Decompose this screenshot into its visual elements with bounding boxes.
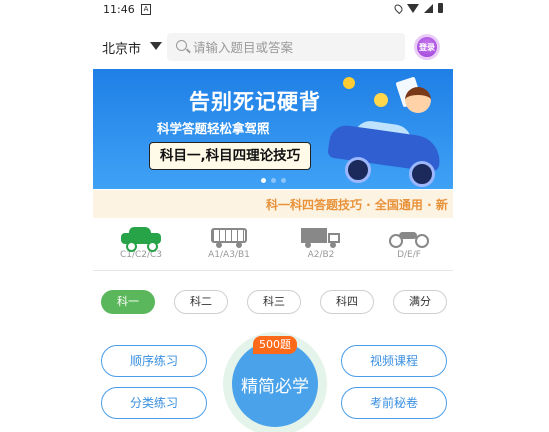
essential-study-button[interactable]: 精简必学 500题 <box>223 332 327 432</box>
license-type-label: A1/A3/B1 <box>208 250 250 260</box>
tab-subject-1[interactable]: 科一 <box>101 290 155 314</box>
top-header: 北京市 登录 <box>93 32 453 62</box>
motorcycle-icon <box>389 226 429 248</box>
status-bar: 11:46 A <box>93 0 453 20</box>
signal-icon <box>424 3 433 13</box>
license-type-label: A2/B2 <box>307 250 335 260</box>
car-illustration <box>327 117 447 187</box>
exam-secrets-button[interactable]: 考前秘卷 <box>341 387 447 419</box>
coin-icon <box>343 77 355 89</box>
login-button[interactable]: 登录 <box>411 33 443 61</box>
license-type-car[interactable]: C1/C2/C3 <box>101 226 181 260</box>
car-icon <box>121 226 161 252</box>
sequential-practice-button[interactable]: 顺序练习 <box>101 345 207 377</box>
status-time: 11:46 <box>103 3 135 16</box>
pagination-dot[interactable] <box>271 178 276 183</box>
license-type-label: C1/C2/C3 <box>119 250 163 260</box>
location-icon <box>392 2 405 14</box>
license-type-motorcycle[interactable]: D/E/F <box>369 226 449 260</box>
search-icon <box>176 40 187 51</box>
wifi-icon <box>407 3 419 13</box>
login-badge[interactable]: 登录 <box>414 34 440 60</box>
truck-icon <box>301 226 341 248</box>
subject-tabs: 科一 科二 科三 科四 满分 <box>101 290 451 316</box>
city-selector[interactable]: 北京市 <box>102 38 141 57</box>
license-type-selector: C1/C2/C3 A1/A3/B1 A2/B2 D/E/F <box>93 226 453 271</box>
license-type-label: D/E/F <box>397 250 421 260</box>
tab-full-score[interactable]: 满分 <box>393 290 447 314</box>
tab-subject-3[interactable]: 科三 <box>247 290 301 314</box>
marquee-text: 科一科四答题技巧 · 全国通用 · 新 <box>266 198 448 212</box>
category-practice-button[interactable]: 分类练习 <box>101 387 207 419</box>
chevron-down-icon[interactable] <box>150 42 162 50</box>
tab-subject-4[interactable]: 科四 <box>320 290 374 314</box>
video-course-button[interactable]: 视频课程 <box>341 345 447 377</box>
promo-banner[interactable]: 告别死记硬背 科学答题轻松拿驾照 科目一,科目四理论技巧 <box>93 69 453 189</box>
bus-icon <box>211 226 247 248</box>
notification-icon: A <box>141 4 151 15</box>
battery-icon <box>438 3 443 13</box>
driver-illustration <box>405 87 431 113</box>
notice-marquee[interactable]: 科一科四答题技巧 · 全国通用 · 新 <box>93 190 453 218</box>
tab-subject-2[interactable]: 科二 <box>174 290 228 314</box>
app-screen: 11:46 A 北京市 登录 告别死记硬背 科学答题轻松拿驾照 科目一,科目四理… <box>93 0 453 432</box>
coin-icon <box>374 93 388 107</box>
pagination-dot[interactable] <box>261 178 266 183</box>
banner-pill: 科目一,科目四理论技巧 <box>149 142 312 170</box>
license-type-bus[interactable]: A1/A3/B1 <box>189 226 269 260</box>
banner-pagination <box>261 178 286 183</box>
banner-subtitle: 科学答题轻松拿驾照 <box>157 121 270 136</box>
license-type-truck[interactable]: A2/B2 <box>281 226 361 260</box>
search-bar[interactable] <box>167 33 405 61</box>
banner-title: 告别死记硬背 <box>189 90 321 114</box>
status-icons <box>392 2 443 14</box>
search-input[interactable] <box>193 33 393 61</box>
pagination-dot[interactable] <box>281 178 286 183</box>
question-count-badge: 500题 <box>253 336 297 354</box>
